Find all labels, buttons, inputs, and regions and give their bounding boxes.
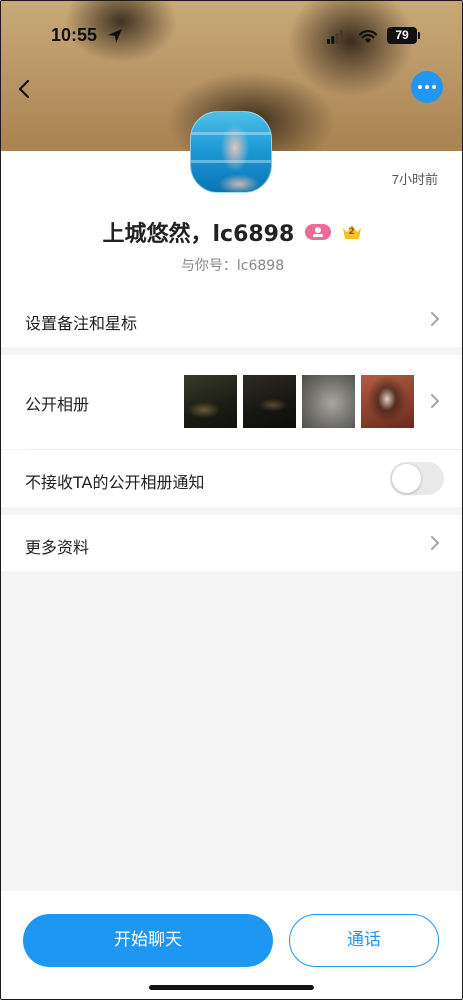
home-indicator[interactable]	[149, 985, 314, 990]
subname: 与你号：lc6898	[180, 258, 285, 274]
remark-row[interactable]: 设置备注和星标	[1, 291, 462, 347]
toggle-knob	[392, 464, 421, 493]
more-info-label: 更多资料	[25, 538, 90, 557]
battery-tip	[418, 32, 420, 39]
name-row: 上城悠然，lc6898 2	[1, 216, 462, 248]
start-chat-button[interactable]: 开始聊天	[23, 914, 273, 967]
album-thumbnail[interactable]	[302, 375, 355, 428]
chevron-right-icon	[431, 536, 439, 550]
more-info-row[interactable]: 更多资料	[1, 515, 462, 571]
call-button[interactable]: 通话	[289, 914, 439, 967]
crown-icon: 2	[341, 223, 363, 241]
last-seen-label: 7小时前	[391, 172, 438, 187]
location-arrow-icon	[108, 29, 122, 43]
chevron-right-icon	[431, 312, 439, 326]
album-thumbnail[interactable]	[361, 375, 414, 428]
signal-icon	[327, 30, 343, 44]
avatar-wave	[191, 160, 271, 163]
wifi-icon	[358, 30, 378, 43]
chevron-right-icon	[431, 394, 439, 408]
album-thumbnail[interactable]	[184, 375, 237, 428]
chevron-left-icon[interactable]	[13, 77, 35, 101]
remark-label: 设置备注和星标	[25, 314, 138, 333]
album-notify-toggle[interactable]	[390, 462, 444, 495]
album-notify-label: 不接收TA的公开相册通知	[25, 473, 205, 492]
album-thumbnail[interactable]	[243, 375, 296, 428]
more-button[interactable]	[411, 71, 443, 103]
avatar-wave	[191, 132, 271, 135]
avatar[interactable]	[190, 111, 272, 193]
album-label: 公开相册	[25, 395, 90, 414]
more-dots-icon	[418, 85, 422, 89]
female-badge-icon	[305, 224, 332, 240]
nickname: 上城悠然，lc6898	[102, 222, 295, 247]
app-screen: 10:55 79 7小时前 上城悠然，lc6898 2 与你号：lc6898 设…	[0, 0, 463, 1000]
crown-level: 2	[348, 227, 355, 237]
more-dot	[425, 85, 429, 89]
status-bar: 10:55 79	[1, 1, 462, 71]
status-time: 10:55	[51, 25, 98, 45]
more-dot	[432, 85, 436, 89]
battery-indicator: 79	[387, 27, 417, 44]
